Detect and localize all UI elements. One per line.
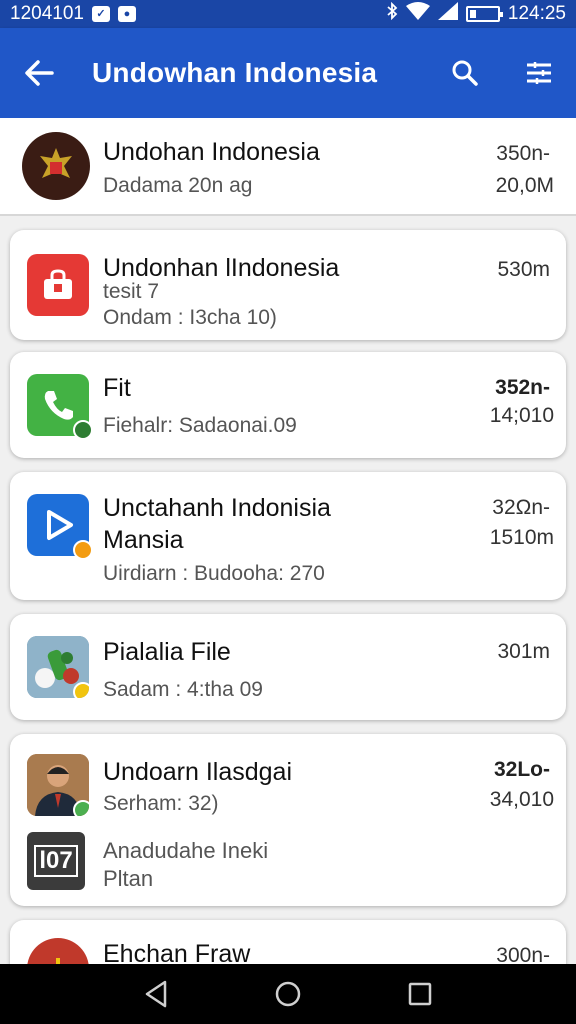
status-bar: 1204101 ✓ ● 124:25 <box>0 0 576 28</box>
bluetooth-icon <box>386 1 398 26</box>
app-name: Undoarn Ilasdgai <box>103 758 293 786</box>
nav-recents-button[interactable] <box>400 974 440 1014</box>
status-bar-right: 124:25 <box>386 1 566 26</box>
list-item[interactable]: Undohan Indonesia Dadama 20n ag 350n- 20… <box>0 118 576 216</box>
app-name: Ehchan Fraw <box>103 940 251 964</box>
triangle-back-icon <box>145 980 167 1008</box>
filter-menu-button[interactable] <box>524 58 554 88</box>
app-size: 301m <box>497 640 550 663</box>
back-arrow-icon <box>25 60 54 86</box>
app-size: 300n- <box>496 944 550 964</box>
page-title: Undowhan Indonesia <box>92 57 378 88</box>
app-name: Unctahanh Indonisia <box>103 494 331 522</box>
red-logo-icon <box>27 938 89 964</box>
status-badge <box>73 800 89 816</box>
app-subtitle: Ondam : I3cha 10) <box>103 306 277 329</box>
menu-icon <box>527 62 551 84</box>
app-size: 32Lo- <box>493 758 550 781</box>
app-size: 530m <box>497 258 550 281</box>
status-badge <box>73 540 93 560</box>
app-name-line2: Mansia <box>103 526 184 554</box>
nav-home-button[interactable] <box>268 974 308 1014</box>
search-icon <box>452 60 478 86</box>
app-name: Undohan Indonesia <box>103 138 320 166</box>
navigation-bar <box>0 964 576 1024</box>
circle-home-icon <box>275 981 301 1007</box>
nav-back-button[interactable] <box>136 974 176 1014</box>
list-item[interactable]: Undoarn Ilasdgai Serham: 32) 32Lo- 34,01… <box>10 734 566 906</box>
app-count: 34,010 <box>489 788 554 811</box>
square-recents-icon <box>408 982 432 1006</box>
garuda-emblem-icon <box>22 132 90 200</box>
app-version: tesit 7 <box>103 280 160 303</box>
app-list: Undohan Indonesia Dadama 20n ag 350n- 20… <box>0 118 576 964</box>
sub-app-name: Anadudahe Ineki <box>103 838 269 863</box>
back-button[interactable] <box>22 56 56 90</box>
notification-icon: ✓ <box>91 6 110 22</box>
app-name: Undonhan lIndonesia <box>103 254 340 282</box>
app-subtitle: Serham: 32) <box>103 792 219 815</box>
app-name: Pialalia File <box>103 638 231 666</box>
app-size: 350n- <box>496 142 550 165</box>
app-subtitle: Dadama 20n ag <box>103 174 253 197</box>
app-size: 32Ωn- <box>492 496 550 519</box>
shopping-bag-icon <box>27 254 89 316</box>
app-bar: Undowhan Indonesia <box>0 28 576 118</box>
sub-app-subtitle: Pltan <box>103 866 154 891</box>
l07-logo-icon: l07 <box>27 832 85 890</box>
status-bar-left: 1204101 ✓ ● <box>10 3 136 25</box>
app-subtitle: Fiehalr: Sadaonai.09 <box>103 414 297 437</box>
app-size: 352n- <box>495 376 550 399</box>
status-time-right: 124:25 <box>507 3 566 24</box>
play-video-icon <box>27 494 93 560</box>
status-badge <box>73 420 93 440</box>
app-count: 1510m <box>489 526 554 549</box>
wifi-icon <box>405 2 430 26</box>
list-item[interactable]: Fit Fiehalr: Sadaonai.09 352n- 14;010 <box>10 352 566 458</box>
person-photo-icon <box>27 754 89 816</box>
app-subtitle: Sadam : 4:tha 09 <box>103 678 263 701</box>
app-count: 20,0M <box>495 174 554 197</box>
status-badge <box>73 682 89 698</box>
list-item[interactable]: Ehchan Fraw 300n- <box>10 920 566 964</box>
app-name: Fit <box>103 374 131 402</box>
signal-icon <box>437 2 458 26</box>
battery-icon <box>465 6 503 22</box>
search-button[interactable] <box>450 58 480 88</box>
logo-text: l07 <box>34 845 78 877</box>
message-icon: ● <box>117 6 136 22</box>
phone-icon <box>27 374 93 440</box>
status-time-left: 1204101 <box>10 3 84 24</box>
list-item[interactable]: Pialalia File Sadam : 4:tha 09 301m <box>10 614 566 720</box>
list-item[interactable]: Undonhan lIndonesia tesit 7 Ondam : I3ch… <box>10 230 566 340</box>
app-count: 14;010 <box>489 404 554 427</box>
list-item[interactable]: Unctahanh Indonisia Mansia Uirdiarn : Bu… <box>10 472 566 600</box>
app-subtitle: Uirdiarn : Budooha: 270 <box>103 562 325 585</box>
vegetables-photo-icon <box>27 636 89 698</box>
